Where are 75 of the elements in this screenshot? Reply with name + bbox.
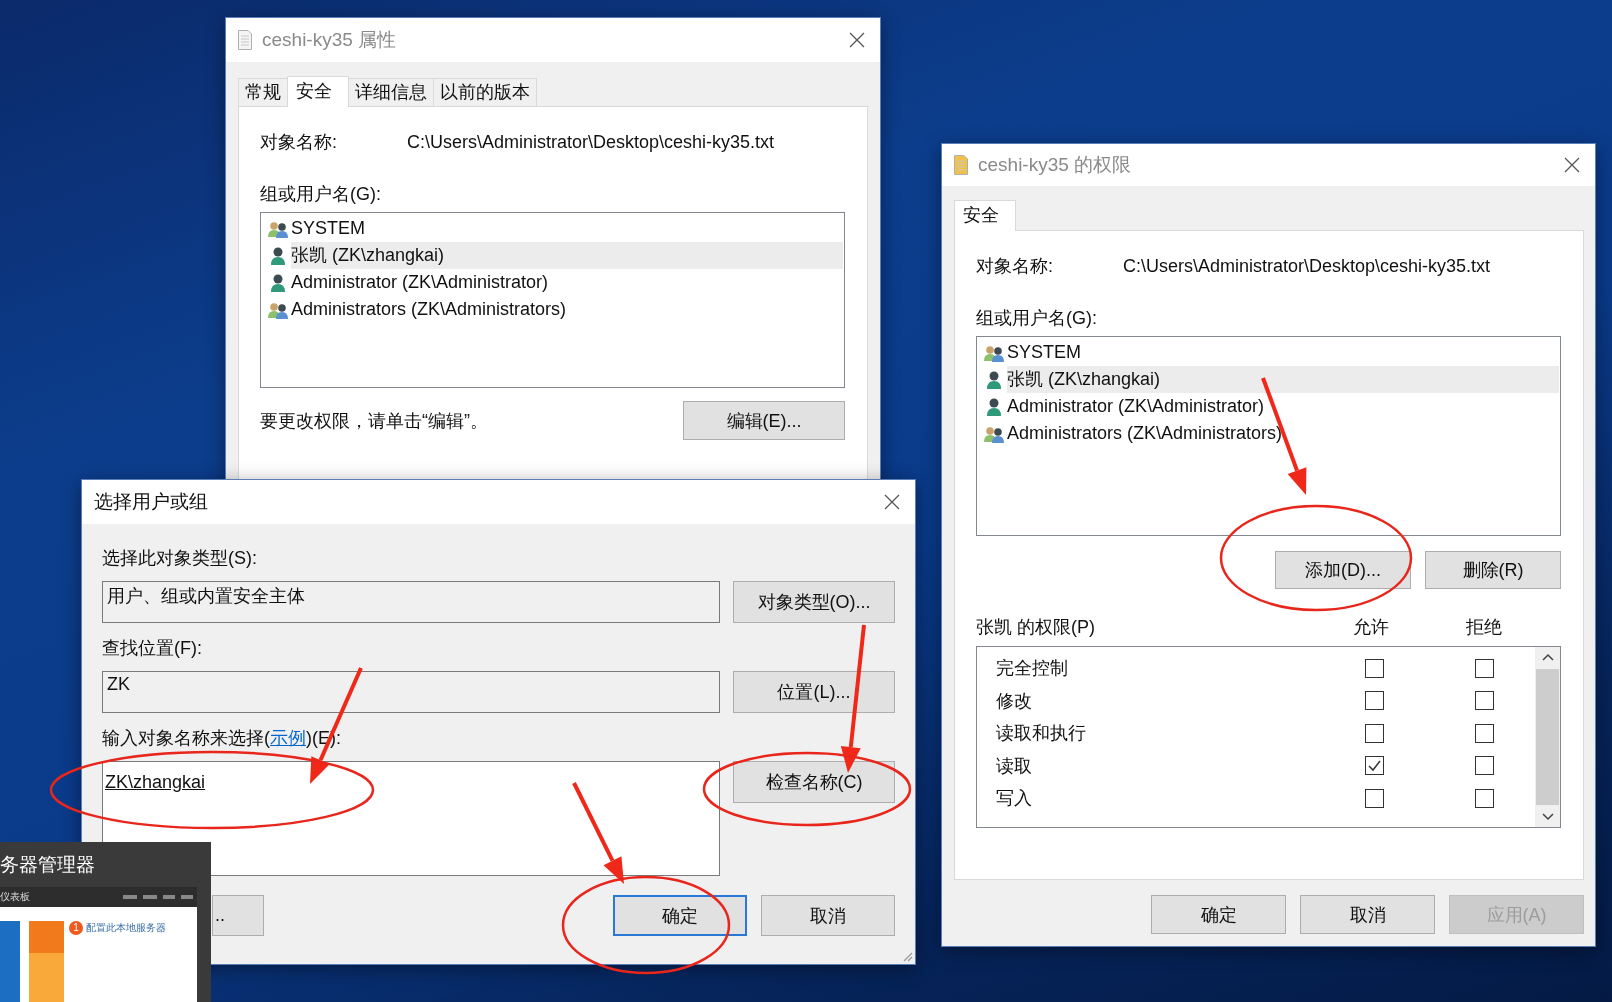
button[interactable]: .. xyxy=(212,895,264,936)
object-path: C:\Users\Administrator\Desktop\ceshi-ky35.txt xyxy=(407,131,775,153)
close-icon xyxy=(1564,157,1580,173)
scrollbar-thumb[interactable] xyxy=(1536,669,1559,805)
window-title: ceshi-ky35 的权限 xyxy=(978,153,1133,177)
tab[interactable]: 以前的版本 xyxy=(433,78,537,106)
button[interactable]: 确定 xyxy=(1151,895,1286,934)
window-title: ceshi-ky35 属性 xyxy=(262,28,398,52)
column-header: 拒绝 xyxy=(1466,616,1502,639)
permission-name: 完全控制 xyxy=(996,657,1069,681)
list-item[interactable]: Administrators (ZK\Administrators) xyxy=(291,296,843,323)
document-icon xyxy=(238,30,252,50)
list-item[interactable]: Administrators (ZK\Administrators) xyxy=(1007,420,1559,447)
checkbox[interactable] xyxy=(1365,788,1384,808)
resize-grip-icon xyxy=(901,950,913,962)
button[interactable]: 删除(R) xyxy=(1425,551,1561,589)
checkbox[interactable] xyxy=(1475,723,1494,743)
button[interactable]: 取消 xyxy=(761,895,895,936)
checkbox[interactable] xyxy=(1475,658,1494,678)
users-icon xyxy=(267,219,289,238)
list-item[interactable]: Administrator (ZK\Administrator) xyxy=(1007,393,1559,420)
users-icon xyxy=(983,343,1005,362)
document-icon xyxy=(954,155,968,175)
list-item[interactable]: Administrator (ZK\Administrator) xyxy=(291,269,843,296)
object-path: C:\Users\Administrator\Desktop\ceshi-ky35.txt xyxy=(1123,255,1491,277)
column-header: 允许 xyxy=(1353,616,1390,639)
permission-name: 读取 xyxy=(996,754,1033,778)
close-icon xyxy=(849,32,865,48)
list-item[interactable]: 张凯 (ZK\zhangkai) xyxy=(1007,366,1559,393)
field-label: 对象名称: xyxy=(260,131,338,154)
button[interactable]: 对象类型(O)... xyxy=(733,581,895,623)
users-icon xyxy=(983,424,1005,443)
checkbox[interactable] xyxy=(1475,756,1494,776)
list-item[interactable]: SYSTEM xyxy=(291,215,843,242)
button[interactable]: 取消 xyxy=(1300,895,1435,934)
step-number: 1 xyxy=(69,921,83,935)
permission-name: 写入 xyxy=(996,787,1033,811)
checkbox[interactable] xyxy=(1365,723,1384,743)
nav-title: 仪表板 xyxy=(0,890,30,904)
tab[interactable]: 安全 xyxy=(954,200,1016,231)
scroll-up-icon xyxy=(1541,653,1554,661)
checkbox[interactable] xyxy=(1365,756,1384,776)
column-header: 张凯 的权限(P) xyxy=(976,616,1096,639)
button[interactable]: 位置(L)... xyxy=(733,671,895,713)
checkbox[interactable] xyxy=(1365,658,1384,678)
checkbox[interactable] xyxy=(1475,788,1494,808)
field-label: 查找位置(F): xyxy=(102,637,203,660)
window-thumbnail[interactable]: 务器管理器 仪表板 1 配置此本地服务器 xyxy=(0,842,211,1002)
close-icon xyxy=(884,494,900,510)
permission-name: 读取和执行 xyxy=(996,722,1087,746)
list-item[interactable]: SYSTEM xyxy=(1007,339,1559,366)
window-title: 务器管理器 xyxy=(0,853,96,877)
tab[interactable]: 常规 xyxy=(238,78,288,106)
checkbox[interactable] xyxy=(1365,691,1384,711)
input-field[interactable]: ZK\zhangkai xyxy=(102,761,720,876)
menu-drawing xyxy=(123,893,193,901)
button[interactable]: 编辑(E)... xyxy=(683,401,845,440)
checkbox[interactable] xyxy=(1475,691,1494,711)
field-label: 组或用户名(G): xyxy=(260,183,382,206)
button[interactable]: 确定 xyxy=(613,895,747,936)
window-title: 选择用户或组 xyxy=(94,490,209,514)
permission-name: 修改 xyxy=(996,689,1033,713)
field-label: 组或用户名(G): xyxy=(976,307,1098,330)
example-link[interactable]: 示例 xyxy=(270,728,306,748)
task-link[interactable]: 配置此本地服务器 xyxy=(86,921,166,935)
scroll-down-icon xyxy=(1541,813,1554,821)
button[interactable]: 检查名称(C) xyxy=(733,761,895,803)
scrollbar[interactable] xyxy=(1535,647,1560,827)
field-label: 选择此对象类型(S): xyxy=(102,547,258,570)
users-icon xyxy=(267,300,289,319)
tab[interactable]: 安全 xyxy=(287,76,349,107)
list-item[interactable]: 张凯 (ZK\zhangkai) xyxy=(291,242,843,269)
button[interactable]: 添加(D)... xyxy=(1275,551,1411,589)
field-label: 对象名称: xyxy=(976,255,1054,278)
hint-text: 要更改权限，请单击“编辑”。 xyxy=(260,409,488,433)
